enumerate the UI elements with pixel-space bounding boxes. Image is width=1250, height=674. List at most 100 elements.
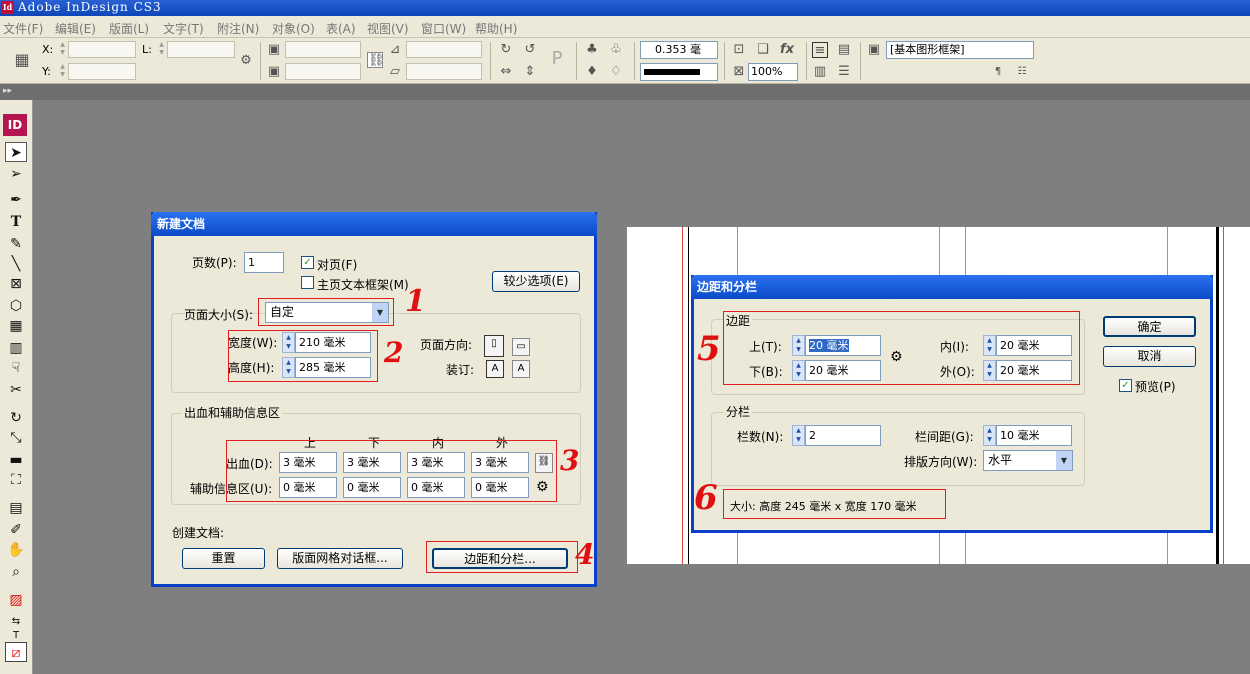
column-count-input[interactable]: 2 — [805, 425, 881, 446]
scale-x-field[interactable] — [285, 41, 361, 58]
expand-panel-icon[interactable]: ▸▸ — [3, 86, 12, 96]
y-spin-icon[interactable]: ▲ ▼ — [58, 63, 67, 80]
menu-notes[interactable]: 附注(N) — [217, 20, 259, 37]
polygon-tool-icon[interactable]: ⬡ — [5, 296, 27, 316]
zoom-field[interactable]: 100% — [748, 63, 798, 81]
column-count-label: 栏数(N): — [737, 430, 784, 444]
select-container-icon[interactable]: ♣ — [584, 42, 600, 58]
indesign-app-icon: Id — [1, 1, 14, 14]
landscape-icon[interactable]: ▭ — [512, 338, 530, 356]
drop-shadow-icon[interactable]: ❑ — [755, 42, 771, 58]
rotate-field[interactable] — [406, 41, 482, 58]
l-field[interactable] — [167, 41, 235, 58]
wrap-jump-icon[interactable]: ☰ — [836, 64, 852, 80]
direction-select[interactable]: 水平 ▼ — [983, 450, 1073, 471]
clear-overrides-icon[interactable]: ¶ — [990, 64, 1006, 80]
hand-tool-icon[interactable]: ✋ — [5, 540, 27, 560]
gutter-label: 栏间距(G): — [915, 430, 974, 444]
gradient-tool-icon[interactable]: ▬ — [5, 450, 27, 470]
column-count-spin-icon[interactable]: ▲ ▼ — [792, 425, 805, 446]
pen-tool-icon[interactable]: ✒ — [5, 190, 27, 210]
y-field[interactable] — [68, 63, 136, 80]
wrap-shape-icon[interactable]: ▥ — [812, 64, 828, 80]
preview-checkbox[interactable]: ✓ — [1119, 379, 1132, 392]
reference-point-icon[interactable]: ▦ — [14, 52, 30, 68]
binding-left-icon[interactable]: A — [486, 360, 504, 378]
rotate-tool-icon[interactable]: ↻ — [5, 408, 27, 428]
menu-view[interactable]: 视图(V) — [367, 20, 409, 37]
stroke-type-select[interactable] — [640, 63, 718, 81]
menu-window[interactable]: 窗口(W) — [421, 20, 466, 37]
reset-button[interactable]: 重置 — [182, 548, 265, 569]
scale-tool-icon[interactable]: ⤡ — [5, 428, 27, 448]
rotate-icon[interactable]: ⊿ — [387, 42, 403, 58]
facing-pages-checkbox[interactable]: ✓ — [301, 256, 314, 269]
object-style-select[interactable]: [基本图形框架] — [886, 41, 1034, 59]
frame-fit-icon[interactable]: ⊡ — [731, 42, 747, 58]
wrap-bbox-icon[interactable]: ▤ — [836, 42, 852, 58]
constrain-icon[interactable]: ⚙ — [238, 53, 254, 69]
menu-help[interactable]: 帮助(H) — [475, 20, 517, 37]
stroke-weight-field[interactable]: 0.353 毫 — [640, 41, 718, 59]
eyedropper-tool-icon[interactable]: ✐ — [5, 520, 27, 540]
fill-stroke-icon[interactable]: ▨ — [5, 590, 27, 610]
line-tool-icon[interactable]: ╲ — [5, 254, 27, 274]
chevron-down-icon: ▼ — [1056, 451, 1072, 470]
selection-tool-icon[interactable]: ➤ — [5, 142, 27, 162]
menu-object[interactable]: 对象(O) — [272, 20, 315, 37]
grid-tool-icon[interactable]: ▦ — [5, 316, 27, 336]
scale-x-icon[interactable]: ▣ — [266, 42, 282, 58]
dialog-title: 边距和分栏 — [691, 275, 1213, 299]
type-tool-icon[interactable]: T — [5, 212, 27, 232]
select-next-icon[interactable]: ♢ — [608, 64, 624, 80]
scissors-tool-icon[interactable]: ✂ — [5, 380, 27, 400]
scale-y-field[interactable] — [285, 63, 361, 80]
shear-icon[interactable]: ▱ — [387, 64, 403, 80]
binding-right-icon[interactable]: A — [512, 360, 530, 378]
flip-v-icon[interactable]: ⇕ — [522, 64, 538, 80]
menu-edit[interactable]: 编辑(E) — [55, 20, 96, 37]
note-tool-icon[interactable]: ▤ — [5, 498, 27, 518]
bleed-guide — [1223, 227, 1224, 564]
portrait-icon[interactable]: ▯ — [484, 335, 504, 357]
shear-field[interactable] — [406, 63, 482, 80]
fx-icon[interactable]: fx — [779, 42, 795, 58]
x-field[interactable] — [68, 41, 136, 58]
l-spin-icon[interactable]: ▲ ▼ — [157, 41, 166, 58]
layout-grid-dialog-button[interactable]: 版面网格对话框... — [277, 548, 403, 569]
l-label: L: — [142, 43, 152, 56]
menu-table[interactable]: 表(A) — [326, 20, 356, 37]
pages-input[interactable]: 1 — [244, 252, 284, 273]
rectangle-frame-tool-icon[interactable]: ⊠ — [5, 274, 27, 294]
panel-menu-icon[interactable]: ☷ — [1014, 64, 1030, 80]
wrap-none-icon[interactable]: ≡ — [812, 42, 828, 58]
gutter-input[interactable]: 10 毫米 — [996, 425, 1072, 446]
select-prev-icon[interactable]: ♦ — [584, 64, 600, 80]
direct-selection-tool-icon[interactable]: ➢ — [5, 164, 27, 184]
new-document-dialog: 新建文档 页数(P): 1 ✓ 对页(F) 主页文本框架(M) 较少选项(E) … — [151, 212, 597, 587]
select-content-icon[interactable]: ♧ — [608, 42, 624, 58]
gutter-spin-icon[interactable]: ▲ ▼ — [983, 425, 996, 446]
pencil-tool-icon[interactable]: ✎ — [5, 234, 27, 254]
ok-button[interactable]: 确定 — [1103, 316, 1196, 337]
frame-grid-tool-icon[interactable]: ▥ — [5, 338, 27, 358]
scale-y-icon[interactable]: ▣ — [266, 64, 282, 80]
x-spin-icon[interactable]: ▲ ▼ — [58, 41, 67, 58]
highlight-box — [226, 440, 557, 502]
apply-none-icon[interactable]: ⧄ — [5, 642, 27, 662]
zoom-tool-icon[interactable]: ⌕ — [5, 562, 27, 582]
menu-layout[interactable]: 版面(L) — [109, 20, 149, 37]
fewer-options-button[interactable]: 较少选项(E) — [492, 271, 580, 292]
menu-file[interactable]: 文件(F) — [3, 20, 43, 37]
rotate-ccw-icon[interactable]: ↺ — [522, 42, 538, 58]
separator — [260, 42, 261, 80]
rotate-cw-icon[interactable]: ↻ — [498, 42, 514, 58]
link-icon[interactable]: ⛓ — [367, 52, 385, 68]
button-tool-icon[interactable]: ☟ — [5, 358, 27, 378]
cancel-button[interactable]: 取消 — [1103, 346, 1196, 367]
menu-type[interactable]: 文字(T) — [163, 20, 204, 37]
flip-h-icon[interactable]: ⇔ — [498, 64, 514, 80]
highlight-box — [723, 311, 1080, 385]
free-transform-tool-icon[interactable]: ⛶ — [5, 470, 27, 490]
master-text-frame-checkbox[interactable] — [301, 276, 314, 289]
